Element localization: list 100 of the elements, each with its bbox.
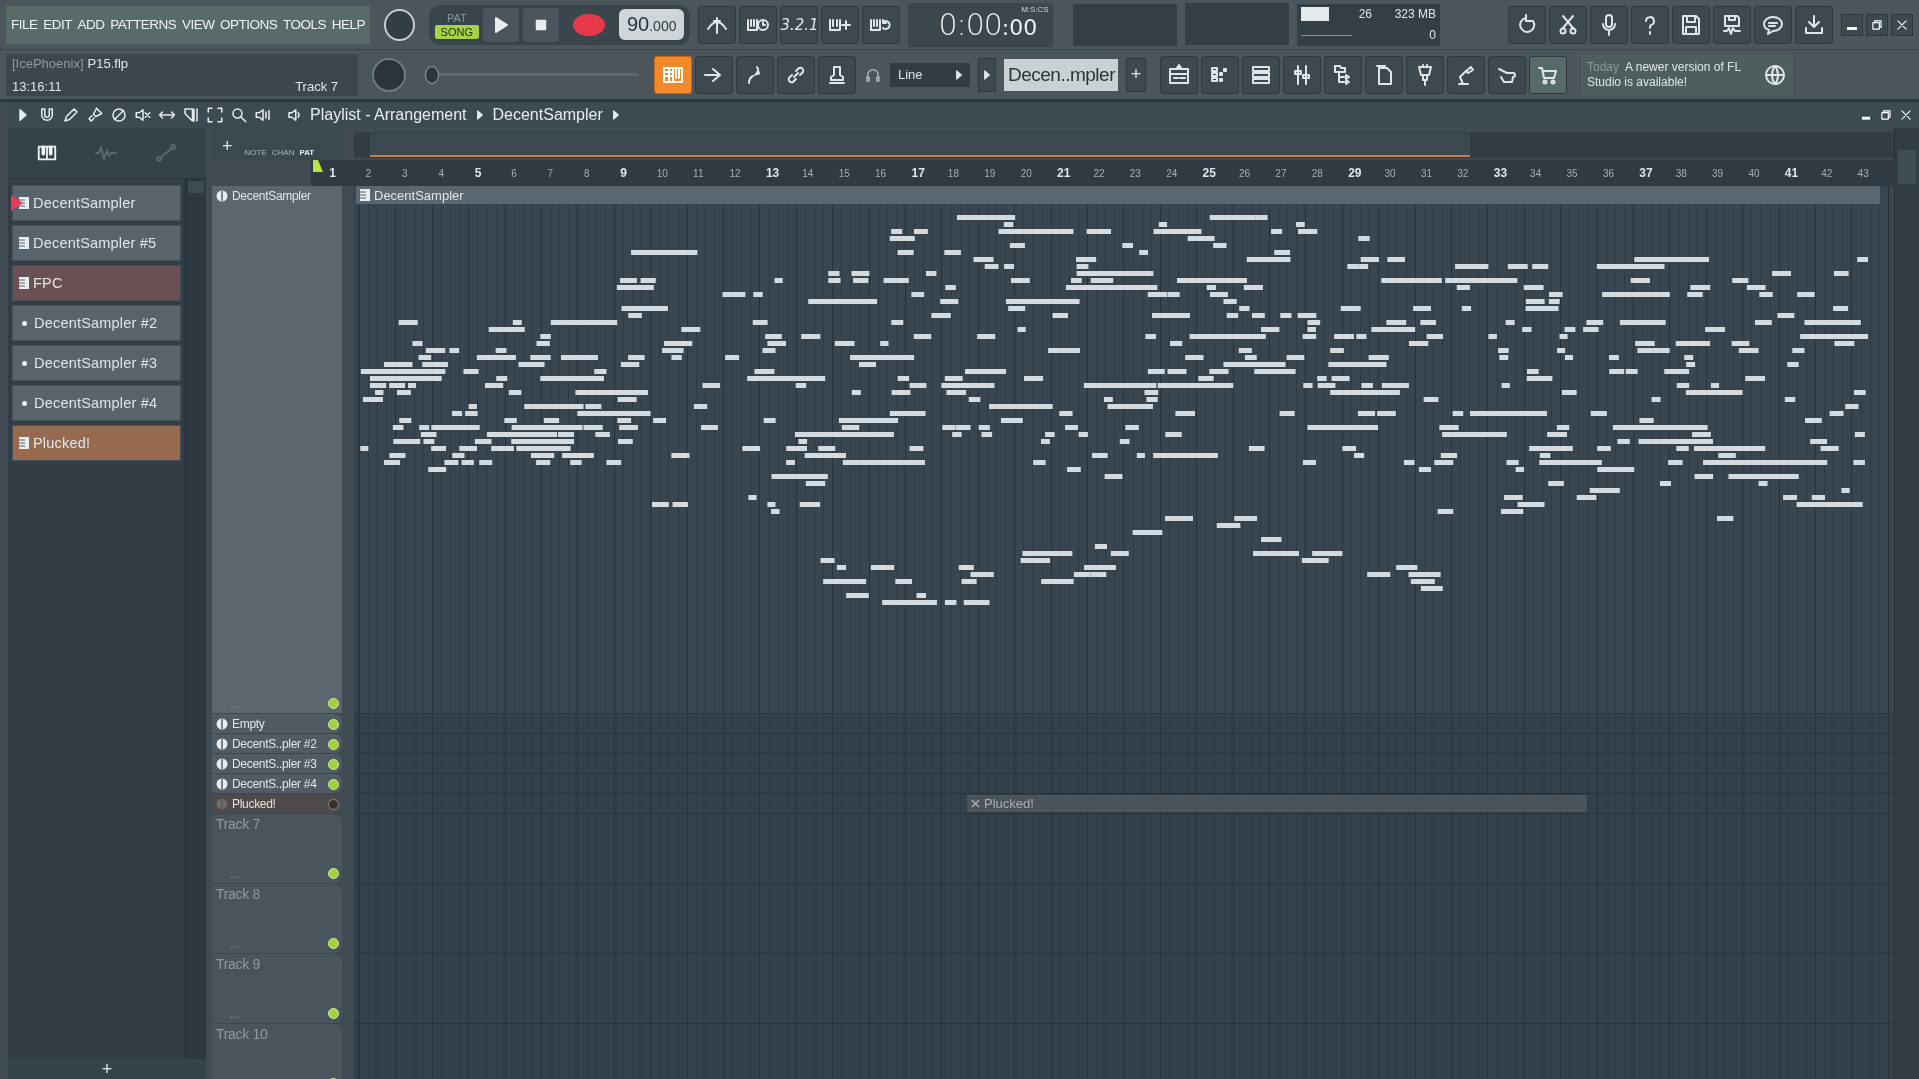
toolbar-button[interactable] [1713, 5, 1751, 44]
toolbar-button[interactable] [1488, 55, 1526, 94]
view-tab[interactable]: NOTE [244, 148, 267, 157]
countdown-button[interactable]: 3.2.1 [780, 5, 819, 44]
mute-toggle-icon[interactable] [216, 757, 228, 770]
toolbar-button[interactable] [862, 5, 901, 44]
mode-toggle[interactable]: SONG [434, 24, 479, 39]
track-header[interactable]: Track 10 [212, 1024, 342, 1079]
toolbar-button[interactable] [1508, 5, 1546, 44]
pattern-item[interactable]: DecentSampler [12, 185, 181, 221]
toolbar-button[interactable] [1631, 5, 1669, 44]
pattern-item[interactable]: DecentSampler #3 [12, 345, 181, 381]
pattern-selector[interactable]: Decen..mpler [1004, 58, 1118, 91]
pattern-breadcrumb[interactable]: DecentSampler [492, 106, 603, 124]
toolbar-button[interactable] [1242, 55, 1280, 94]
track-lane[interactable] [354, 774, 1894, 794]
add-pattern-button[interactable]: + [1126, 57, 1146, 92]
scrollbar[interactable] [185, 179, 206, 1059]
track-header[interactable]: Empty [212, 714, 342, 734]
menu-item[interactable]: TOOLS [283, 17, 327, 32]
toolbar-button[interactable] [739, 5, 778, 44]
maximize-icon[interactable] [1879, 108, 1893, 122]
pattern-prev-button[interactable] [978, 57, 996, 92]
mute-toggle-icon[interactable] [216, 797, 228, 810]
toolbar-button[interactable] [818, 55, 856, 94]
toolbar-button[interactable] [1590, 5, 1628, 44]
news-panel[interactable]: Today A newer version of FL Studio is available! [1581, 54, 1793, 95]
play-button[interactable] [482, 7, 519, 42]
piano-mode-button[interactable] [654, 55, 692, 94]
view-tab[interactable]: PAT [299, 148, 315, 157]
menu-item[interactable]: EDIT [43, 17, 72, 32]
track-header[interactable]: Plucked! [212, 794, 342, 814]
pitch-knob[interactable] [372, 57, 406, 92]
pattern-item[interactable]: FPC [12, 265, 181, 301]
speaker-mute-icon[interactable] [134, 106, 152, 124]
track-lane[interactable] [354, 714, 1894, 734]
track-header[interactable]: DecentS..pler #2 [212, 734, 342, 754]
track-lane[interactable] [354, 884, 1894, 954]
timeline-ruler[interactable]: 1 2 3 4 5 6 7 8 9 10 11 12 13 14 15 16 17 18 19 20 21 22 23 24 25 26 27 28 29 30 31 32 33 34 35 36 37 38 39 40 41 42 43 [311, 160, 1894, 186]
mute-toggle-icon[interactable] [216, 189, 228, 202]
mute-toggle-icon[interactable] [216, 717, 228, 730]
volume-knob[interactable] [384, 8, 415, 41]
track-lane[interactable] [354, 1024, 1894, 1079]
toolbar-button[interactable] [1201, 55, 1239, 94]
menu-item[interactable]: HELP [331, 17, 365, 32]
select-icon[interactable] [206, 106, 224, 124]
track-header[interactable]: DecentS..pler #4 [212, 774, 342, 794]
pattern-clip[interactable]: Plucked! [967, 795, 1587, 812]
toolbar-button[interactable] [1283, 55, 1321, 94]
zoom-icon[interactable] [230, 106, 248, 124]
add-track-button[interactable]: + [216, 136, 239, 157]
toolbar-button[interactable] [821, 5, 860, 44]
close-icon[interactable] [1899, 108, 1913, 122]
vertical-scrollbar[interactable] [1894, 128, 1919, 1079]
snap-dropdown[interactable]: Line [890, 62, 970, 87]
menu-item[interactable]: FILE [11, 17, 38, 32]
menu-item[interactable]: OPTIONS [220, 17, 278, 32]
playhead-marker-icon[interactable] [313, 160, 324, 172]
magnet-icon[interactable] [38, 106, 56, 124]
speaker-play-icon[interactable] [254, 106, 272, 124]
pattern-item[interactable]: DecentSampler #2 [12, 305, 181, 341]
menu-item[interactable]: ADD [77, 17, 105, 32]
horizontal-scrollbar[interactable] [354, 132, 1894, 158]
toolbar-button[interactable] [1754, 5, 1792, 44]
menu-item[interactable]: VIEW [181, 17, 215, 32]
menu-item[interactable]: PATTERNS [110, 17, 177, 32]
track-lane[interactable] [354, 754, 1894, 774]
toolbar-button[interactable] [1406, 55, 1444, 94]
mute-toggle-icon[interactable] [216, 737, 228, 750]
toolbar-button[interactable] [777, 55, 815, 94]
track-led[interactable] [328, 799, 339, 810]
tempo-field[interactable]: 90.000 [618, 9, 685, 40]
pencil-icon[interactable] [62, 106, 80, 124]
track-lane[interactable]: DecentSampler [354, 186, 1894, 714]
track-header[interactable]: DecentSampler ... [212, 186, 342, 714]
toolbar-button[interactable] [698, 5, 737, 44]
close-button[interactable] [1891, 13, 1913, 36]
toolbar-button[interactable] [1160, 55, 1198, 94]
stop-button[interactable] [522, 7, 559, 42]
track-lane[interactable] [354, 814, 1894, 884]
pattern-clip[interactable]: DecentSampler [356, 186, 1880, 204]
mute-toggle-icon[interactable] [216, 777, 228, 790]
toolbar-button[interactable] [1549, 5, 1587, 44]
minimize-button[interactable] [1841, 13, 1863, 36]
toolbar-button[interactable] [736, 55, 774, 94]
maximize-button[interactable] [1866, 13, 1888, 36]
track-lane[interactable]: Plucked! [354, 794, 1894, 814]
view-tab[interactable]: CHAN [271, 148, 295, 157]
track-lane[interactable] [354, 734, 1894, 754]
toolbar-button[interactable] [1365, 55, 1403, 94]
slider-thumb[interactable] [425, 65, 440, 84]
mode-toggle[interactable]: PAT [434, 10, 479, 25]
toolbar-button[interactable] [1447, 55, 1485, 94]
track-header[interactable]: DecentS..pler #3 [212, 754, 342, 774]
toolbar-button[interactable] [1672, 5, 1710, 44]
pattern-item[interactable]: DecentSampler #5 [12, 225, 181, 261]
track-lane[interactable] [354, 954, 1894, 1024]
toolbar-button[interactable] [695, 55, 733, 94]
toolbar-button[interactable] [1529, 55, 1567, 94]
toolbar-button[interactable] [1324, 55, 1362, 94]
